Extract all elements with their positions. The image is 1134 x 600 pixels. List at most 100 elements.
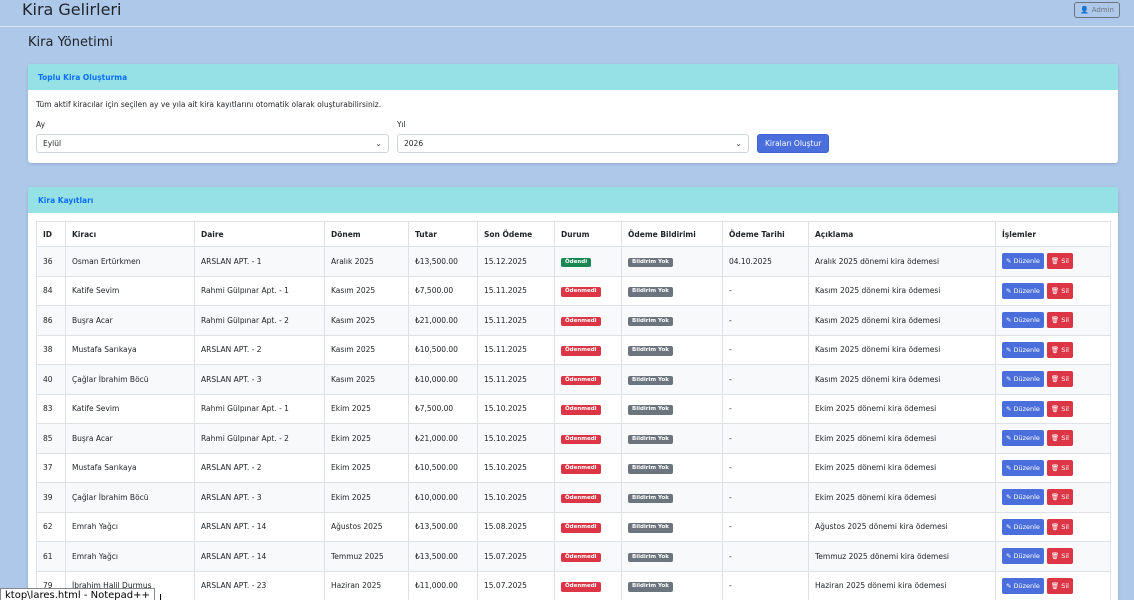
cell-period: Kasım 2025	[324, 305, 409, 336]
edit-icon: ✎	[1006, 316, 1012, 325]
cell-due: 15.11.2025	[477, 275, 555, 306]
cell-amount: ₺21,000.00	[408, 423, 478, 454]
edit-button[interactable]: ✎ Düzenle	[1002, 548, 1044, 565]
cell-unit: ARSLAN APT. - 14	[194, 541, 325, 572]
column-header: İşlemler	[995, 221, 1111, 247]
notice-badge: Bildirim Yok	[628, 257, 673, 267]
edit-button[interactable]: ✎ Düzenle	[1002, 577, 1044, 594]
notice-badge: Bildirim Yok	[628, 523, 673, 533]
cell-tenant: Çağlar İbrahim Böcü	[65, 364, 195, 395]
status-badge: Ödenmedi	[561, 287, 601, 297]
status-badge: Ödenmedi	[561, 552, 601, 562]
cell-period: Ağustos 2025	[324, 511, 409, 542]
edit-button[interactable]: ✎ Düzenle	[1002, 282, 1044, 299]
cell-amount: ₺10,500.00	[408, 452, 478, 483]
top-bar: Kira Gelirleri 👤 Admin	[0, 0, 1134, 27]
cell-paid-date: -	[722, 305, 809, 336]
edit-label: Düzenle	[1013, 316, 1040, 325]
delete-button[interactable]: 🗑 Sil	[1046, 400, 1073, 417]
table-row: 61 Emrah Yağcı ARSLAN APT. - 14 Temmuz 2025…	[36, 541, 1111, 572]
user-menu-button[interactable]: 👤 Admin	[1073, 2, 1120, 18]
delete-button[interactable]: 🗑 Sil	[1046, 577, 1073, 594]
trash-icon: 🗑	[1050, 257, 1060, 266]
cell-unit: Rahmi Gülpınar Apt. - 2	[194, 423, 325, 454]
notice-badge: Bildirim Yok	[628, 375, 673, 385]
cell-period: Ekim 2025	[324, 482, 409, 513]
edit-button[interactable]: ✎ Düzenle	[1002, 489, 1044, 506]
delete-label: Sil	[1061, 375, 1069, 384]
cursor-mark	[160, 594, 163, 600]
rent-records-card-title: Kira Kayıtları	[28, 187, 1118, 213]
cell-notice: Bildirim Yok	[621, 393, 723, 424]
status-badge: Ödenmedi	[561, 523, 601, 533]
notice-badge: Bildirim Yok	[628, 405, 673, 415]
cell-actions: ✎ Düzenle 🗑 Sil	[995, 364, 1111, 395]
cell-tenant: Katife Sevim	[65, 393, 195, 424]
delete-button[interactable]: 🗑 Sil	[1046, 518, 1073, 535]
trash-icon: 🗑	[1050, 493, 1060, 502]
cell-status: Ödenmedi	[554, 393, 622, 424]
delete-button[interactable]: 🗑 Sil	[1046, 548, 1073, 565]
cell-notice: Bildirim Yok	[621, 275, 723, 306]
delete-button[interactable]: 🗑 Sil	[1046, 253, 1073, 270]
table-row: 62 Emrah Yağcı ARSLAN APT. - 14 Ağustos 202…	[36, 511, 1111, 542]
column-header: Açıklama	[808, 221, 996, 247]
delete-label: Sil	[1061, 257, 1069, 266]
edit-button[interactable]: ✎ Düzenle	[1002, 518, 1044, 535]
cell-tenant: Çağlar İbrahim Böcü	[65, 482, 195, 513]
cell-id: 38	[36, 334, 66, 365]
year-select[interactable]: 2026 ⌄	[397, 134, 749, 153]
taskbar-tooltip: ktop\lares.html - Notepad++	[0, 588, 155, 600]
delete-label: Sil	[1061, 493, 1069, 502]
delete-label: Sil	[1061, 316, 1069, 325]
month-select[interactable]: Eylül ⌄	[36, 134, 389, 153]
cell-due: 15.12.2025	[477, 246, 555, 277]
cell-status: Ödenmedi	[554, 275, 622, 306]
cell-amount: ₺10,000.00	[408, 482, 478, 513]
cell-note: Ekim 2025 dönemi kira ödemesi	[808, 393, 996, 424]
cell-status: Ödenmedi	[554, 482, 622, 513]
cell-unit: ARSLAN APT. - 14	[194, 511, 325, 542]
cell-actions: ✎ Düzenle 🗑 Sil	[995, 275, 1111, 306]
cell-note: Kasım 2025 dönemi kira ödemesi	[808, 275, 996, 306]
cell-amount: ₺10,500.00	[408, 334, 478, 365]
status-badge: Ödenmedi	[561, 375, 601, 385]
cell-due: 15.10.2025	[477, 452, 555, 483]
delete-label: Sil	[1061, 404, 1069, 413]
delete-button[interactable]: 🗑 Sil	[1046, 371, 1073, 388]
delete-button[interactable]: 🗑 Sil	[1046, 282, 1073, 299]
table-row: 86 Buşra Acar Rahmi Gülpınar Apt. - 2 Kasım…	[36, 305, 1111, 336]
notice-badge: Bildirim Yok	[628, 552, 673, 562]
notice-badge: Bildirim Yok	[628, 582, 673, 592]
cell-notice: Bildirim Yok	[621, 305, 723, 336]
edit-button[interactable]: ✎ Düzenle	[1002, 459, 1044, 476]
cell-unit: Rahmi Gülpınar Apt. - 1	[194, 275, 325, 306]
edit-icon: ✎	[1006, 493, 1012, 502]
edit-button[interactable]: ✎ Düzenle	[1002, 312, 1044, 329]
cell-period: Ekim 2025	[324, 423, 409, 454]
delete-button[interactable]: 🗑 Sil	[1046, 341, 1073, 358]
delete-button[interactable]: 🗑 Sil	[1046, 489, 1073, 506]
edit-button[interactable]: ✎ Düzenle	[1002, 430, 1044, 447]
cell-status: Ödenmedi	[554, 452, 622, 483]
edit-button[interactable]: ✎ Düzenle	[1002, 371, 1044, 388]
edit-button[interactable]: ✎ Düzenle	[1002, 400, 1044, 417]
edit-icon: ✎	[1006, 463, 1012, 472]
cell-id: 83	[36, 393, 66, 424]
edit-button[interactable]: ✎ Düzenle	[1002, 341, 1044, 358]
create-rents-button[interactable]: Kiraları Oluştur	[757, 134, 830, 153]
cell-paid-date: -	[722, 482, 809, 513]
delete-button[interactable]: 🗑 Sil	[1046, 459, 1073, 476]
cell-period: Kasım 2025	[324, 334, 409, 365]
chevron-down-icon: ⌄	[735, 139, 742, 148]
column-header: Son Ödeme	[477, 221, 555, 247]
chevron-down-icon: ⌄	[375, 139, 382, 148]
trash-icon: 🗑	[1050, 286, 1060, 295]
delete-button[interactable]: 🗑 Sil	[1046, 430, 1073, 447]
edit-button[interactable]: ✎ Düzenle	[1002, 253, 1044, 270]
cell-status: Ödenmedi	[554, 423, 622, 454]
cell-note: Temmuz 2025 dönemi kira ödemesi	[808, 541, 996, 572]
cell-tenant: Mustafa Sarıkaya	[65, 452, 195, 483]
delete-button[interactable]: 🗑 Sil	[1046, 312, 1073, 329]
cell-period: Aralık 2025	[324, 246, 409, 277]
